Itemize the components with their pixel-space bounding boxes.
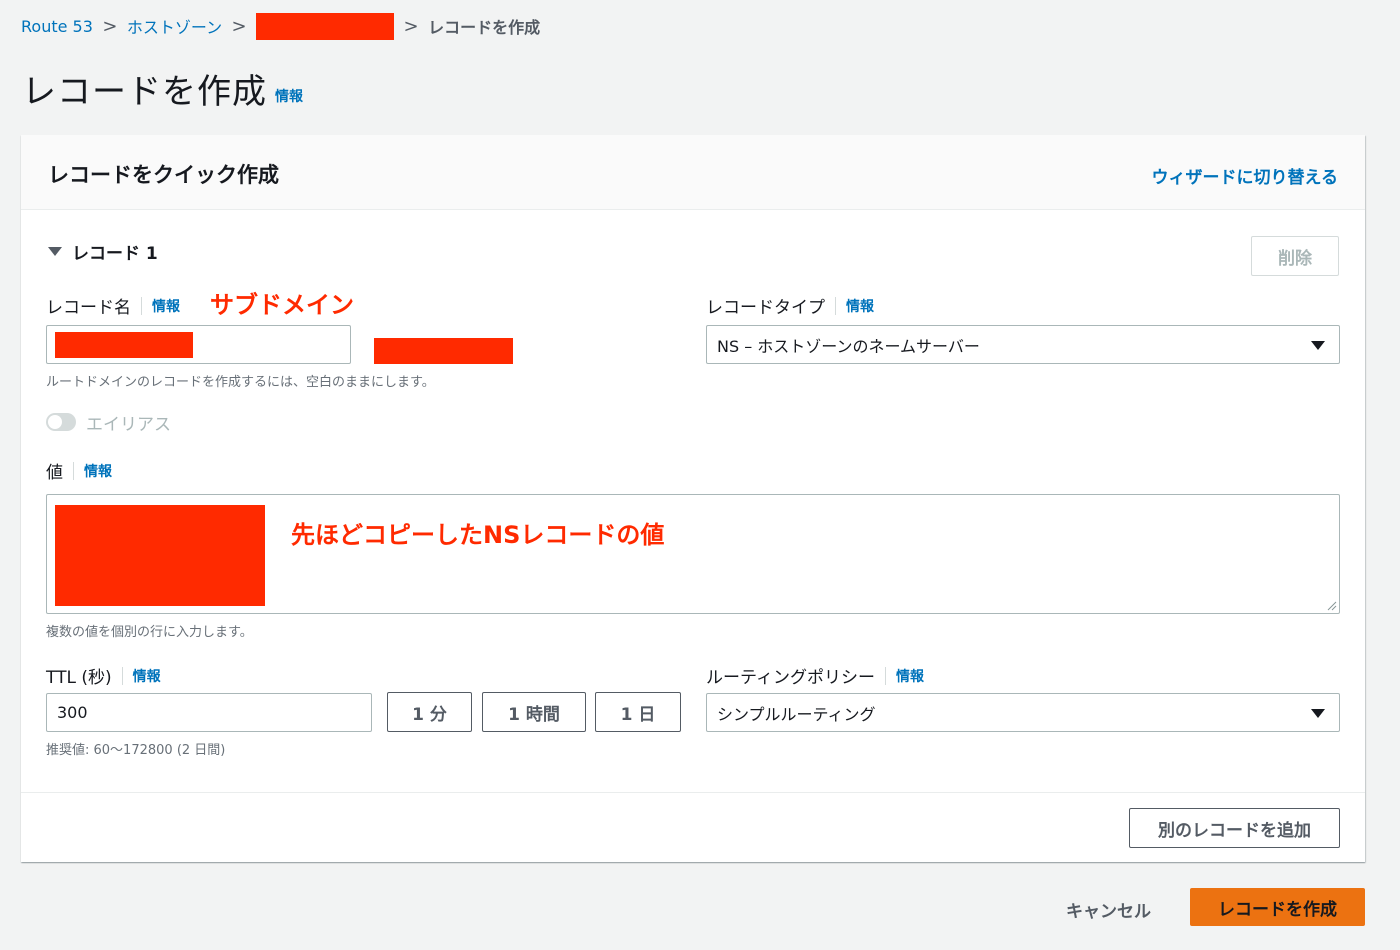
ttl-1-day-button[interactable]: 1 日 bbox=[595, 692, 681, 732]
chevron-right-icon: > bbox=[102, 15, 118, 37]
value-label-row: 値 情報 bbox=[46, 458, 112, 483]
switch-to-wizard-link[interactable]: ウィザードに切り替える bbox=[1152, 163, 1339, 188]
record-name-info-link[interactable]: 情報 bbox=[152, 296, 180, 316]
caret-down-icon bbox=[1311, 709, 1325, 718]
redacted-domain-suffix bbox=[374, 338, 513, 364]
record-name-input[interactable] bbox=[46, 325, 351, 364]
breadcrumb-hosted-zones[interactable]: ホストゾーン bbox=[127, 14, 222, 38]
record-section-title: レコード 1 bbox=[72, 244, 158, 264]
cancel-button[interactable]: キャンセル bbox=[1066, 897, 1151, 922]
quick-create-panel: レコードをクイック作成 ウィザードに切り替える レコード 1 削除 レコード名 … bbox=[21, 135, 1365, 862]
alias-label: エイリアス bbox=[86, 415, 171, 435]
panel-header: レコードをクイック作成 ウィザードに切り替える bbox=[21, 135, 1365, 210]
breadcrumb: Route 53 > ホストゾーン > > レコードを作成 bbox=[21, 12, 541, 40]
record-type-info-link[interactable]: 情報 bbox=[846, 296, 874, 316]
breadcrumb-current: レコードを作成 bbox=[428, 18, 541, 37]
record-name-hint: ルートドメインのレコードを作成するには、空白のままにします。 bbox=[46, 375, 435, 390]
caret-down-icon bbox=[48, 247, 62, 256]
ttl-label-row: TTL (秒) 情報 bbox=[46, 663, 161, 688]
routing-label: ルーティングポリシー bbox=[706, 668, 875, 688]
panel-title: レコードをクイック作成 bbox=[48, 163, 279, 187]
routing-policy-value: シンプルルーティング bbox=[717, 704, 876, 724]
caret-down-icon bbox=[1311, 341, 1325, 350]
page-info-link[interactable]: 情報 bbox=[275, 86, 303, 106]
redacted-ns-values bbox=[55, 505, 265, 606]
ttl-1-hour-button[interactable]: 1 時間 bbox=[482, 692, 586, 732]
chevron-right-icon: > bbox=[231, 15, 247, 37]
ttl-label: TTL (秒) bbox=[46, 668, 112, 688]
value-label: 値 bbox=[46, 463, 63, 483]
record-name-label: レコード名 bbox=[46, 298, 131, 318]
record-section-toggle[interactable]: レコード 1 bbox=[48, 239, 158, 264]
page-title: レコードを作成 bbox=[22, 72, 267, 112]
ttl-value: 300 bbox=[57, 703, 88, 722]
alias-toggle[interactable] bbox=[46, 413, 76, 431]
add-another-record-button[interactable]: 別のレコードを追加 bbox=[1129, 808, 1340, 848]
value-textarea[interactable]: 先ほどコピーしたNSレコードの値 bbox=[46, 494, 1340, 614]
ttl-info-link[interactable]: 情報 bbox=[133, 666, 161, 686]
value-info-link[interactable]: 情報 bbox=[84, 461, 112, 481]
record-type-select[interactable]: NS – ホストゾーンのネームサーバー bbox=[706, 325, 1340, 364]
record-name-label-row: レコード名 情報 bbox=[46, 293, 180, 318]
chevron-right-icon: > bbox=[403, 15, 419, 37]
record-type-value: NS – ホストゾーンのネームサーバー bbox=[717, 336, 980, 356]
create-records-button[interactable]: レコードを作成 bbox=[1190, 888, 1365, 926]
routing-info-link[interactable]: 情報 bbox=[896, 666, 924, 686]
resize-handle-icon[interactable] bbox=[1327, 601, 1337, 611]
ttl-1-minute-button[interactable]: 1 分 bbox=[387, 692, 472, 732]
routing-policy-select[interactable]: シンプルルーティング bbox=[706, 693, 1340, 732]
value-hint: 複数の値を個別の行に入力します。 bbox=[46, 625, 253, 640]
record-type-label-row: レコードタイプ 情報 bbox=[706, 293, 874, 318]
ttl-hint: 推奨値: 60～172800 (2 日間) bbox=[46, 743, 226, 758]
routing-label-row: ルーティングポリシー 情報 bbox=[706, 663, 924, 688]
breadcrumb-route53[interactable]: Route 53 bbox=[21, 17, 93, 36]
annotation-subdomain: サブドメイン bbox=[210, 291, 354, 319]
record-type-label: レコードタイプ bbox=[706, 298, 825, 318]
annotation-ns-values: 先ほどコピーしたNSレコードの値 bbox=[291, 521, 665, 549]
breadcrumb-redacted-zone[interactable] bbox=[256, 12, 395, 40]
ttl-input[interactable]: 300 bbox=[46, 693, 372, 732]
panel-divider bbox=[21, 792, 1365, 793]
redacted-record-name bbox=[55, 331, 193, 358]
delete-button[interactable]: 削除 bbox=[1251, 236, 1339, 276]
